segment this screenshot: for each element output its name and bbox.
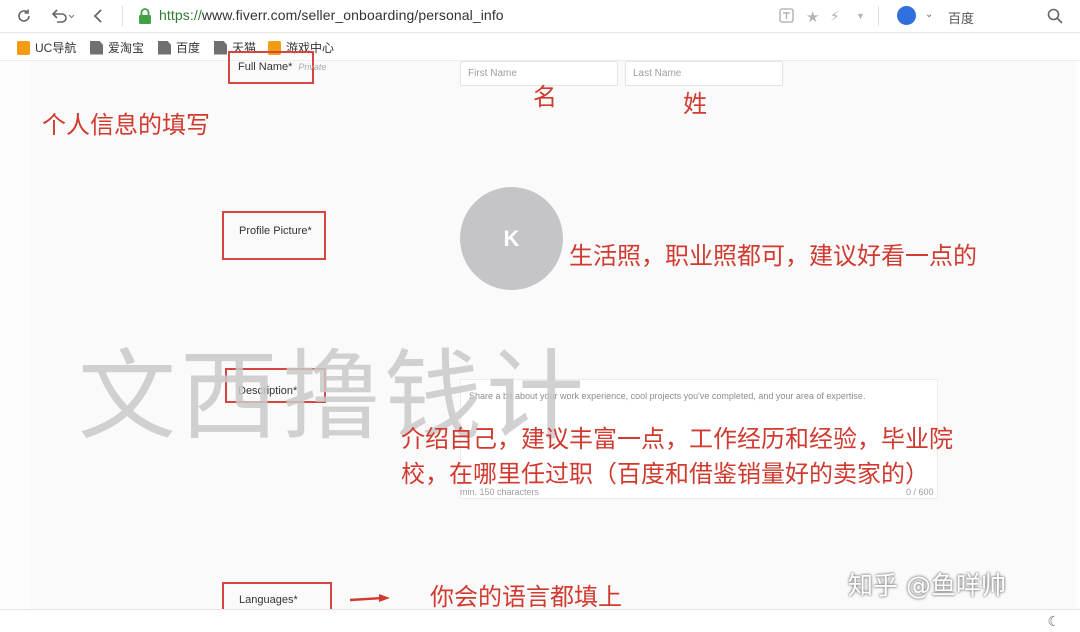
annotation-last-name: 姓 <box>683 90 707 118</box>
search-icon[interactable] <box>1045 6 1065 26</box>
full-name-label: Full Name* Private <box>238 61 326 73</box>
page-icon <box>90 40 103 55</box>
bookmarks-bar: UC导航 爱淘宝 百度 天猫 游戏中心 <box>0 33 1080 61</box>
zhihu-credit: 知乎 @鱼咩帅 <box>848 571 1006 600</box>
annotation-personal-info: 个人信息的填写 <box>42 111 210 139</box>
avatar[interactable]: K <box>460 187 563 290</box>
star-icon[interactable]: ★ <box>806 8 819 26</box>
bookmark-label: 百度 <box>176 41 201 55</box>
toolbar-divider <box>878 6 879 26</box>
browser-toolbar: https://www.fiverr.com/seller_onboarding… <box>0 0 1080 33</box>
private-tag: Private <box>298 62 327 72</box>
night-mode-icon[interactable]: ☾ <box>1047 613 1060 630</box>
lightning-icon[interactable]: ⚡ <box>830 8 840 25</box>
page-icon <box>214 40 227 55</box>
lock-icon <box>139 8 151 24</box>
uc-icon <box>17 40 30 55</box>
annotation-description-line2: 校，在哪里任过职（百度和借鉴销量好的卖家的） <box>401 460 929 488</box>
bookmark-baidu[interactable]: 百度 <box>158 39 200 56</box>
search-engine-label[interactable]: 百度 <box>948 8 974 27</box>
translate-icon[interactable] <box>779 8 794 26</box>
full-name-label-text: Full Name* <box>238 61 293 73</box>
page-icon <box>158 40 171 55</box>
arrow-icon <box>349 594 390 602</box>
annotation-description-line1: 介绍自己，建议丰富一点，工作经历和经验，毕业院 <box>401 425 953 453</box>
last-name-input[interactable]: Last Name <box>625 61 783 86</box>
bookmark-aitaobao[interactable]: 爱淘宝 <box>90 39 144 56</box>
annotation-first-name: 名 <box>533 83 557 111</box>
back-icon[interactable] <box>88 6 108 26</box>
bookmark-uc-nav[interactable]: UC导航 <box>17 39 76 56</box>
dropdown-icon[interactable]: ▼ <box>856 11 865 21</box>
languages-label: Languages* <box>239 594 298 606</box>
reload-icon[interactable] <box>14 6 34 26</box>
annotation-photo: 生活照，职业照都可，建议好看一点的 <box>569 242 977 270</box>
chevron-down-icon[interactable]: ⌄ <box>925 9 933 20</box>
page-content: Full Name* Private First Name Last Name P… <box>0 51 1080 619</box>
url-path: www.fiverr.com/seller_onboarding/persona… <box>201 7 504 23</box>
baidu-paw-icon[interactable] <box>897 6 916 25</box>
url-protocol: https:// <box>159 7 202 23</box>
undo-icon[interactable] <box>50 6 76 26</box>
address-bar-url[interactable]: https://www.fiverr.com/seller_onboarding… <box>159 7 504 23</box>
bookmark-label: UC导航 <box>35 41 77 55</box>
toolbar-divider <box>122 6 123 26</box>
bookmark-label: 爱淘宝 <box>108 41 145 55</box>
status-bar: ☾ <box>0 609 1080 632</box>
profile-picture-label: Profile Picture* <box>239 225 312 237</box>
